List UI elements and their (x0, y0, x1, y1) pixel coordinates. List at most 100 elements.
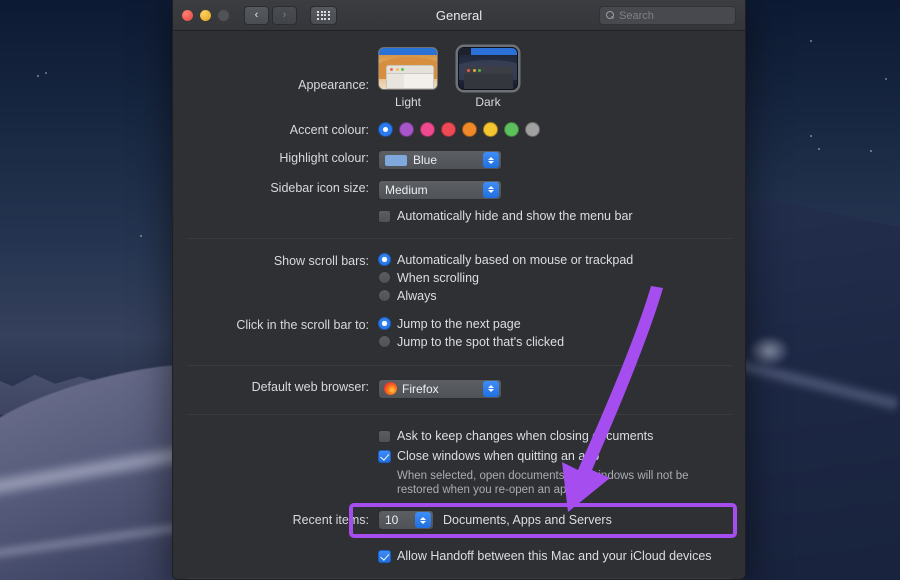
scroll-bars-option-label: Automatically based on mouse or trackpad (397, 252, 634, 267)
default-web-browser-select[interactable]: Firefox (378, 378, 502, 399)
preferences-content: Appearance: Light Dark Accent colour: Hi… (173, 31, 745, 579)
sidebar-icon-size-label: Sidebar icon size: (270, 180, 369, 195)
chevron-updown-icon[interactable] (415, 512, 431, 528)
accent-swatch-red[interactable] (441, 122, 456, 137)
auto-hide-menu-bar-label: Automatically hide and show the menu bar (397, 208, 633, 223)
click-scroll-option-next-page[interactable]: Jump to the next page (378, 317, 745, 331)
star (885, 78, 887, 80)
appearance-label-dark: Dark (475, 95, 501, 109)
click-scroll-option-label: Jump to the next page (397, 316, 521, 331)
sidebar-icon-size-row: Sidebar icon size: Medium (173, 179, 745, 200)
appearance-thumbnail-light[interactable] (378, 47, 438, 90)
appearance-option-dark[interactable]: Dark (458, 47, 518, 109)
accent-colour-row: Accent colour: (173, 122, 745, 138)
recent-items-stepper[interactable]: 10 (378, 510, 434, 530)
click-scroll-bar-label: Click in the scroll bar to: (236, 317, 369, 332)
show-all-icon (317, 10, 330, 20)
chevron-right-icon: › (282, 8, 287, 21)
show-scroll-bars-label: Show scroll bars: (273, 253, 369, 268)
chevron-updown-icon[interactable] (483, 181, 499, 198)
system-preferences-window: ‹ › General Search Appearance: Light Dar… (172, 0, 746, 580)
auto-hide-menu-bar-checkbox[interactable]: Automatically hide and show the menu bar (378, 209, 745, 224)
star (870, 150, 872, 152)
appearance-thumbnail-dark[interactable] (458, 47, 518, 90)
zoom-window-button[interactable] (218, 9, 229, 21)
star (37, 75, 39, 77)
search-input[interactable]: Search (599, 6, 736, 25)
navigation-buttons: ‹ › (244, 5, 297, 25)
show-scroll-bars-row: Show scroll bars: Automatically based on… (173, 253, 745, 307)
checkbox-box[interactable] (378, 209, 391, 223)
default-web-browser-row: Default web browser: Firefox (173, 378, 745, 401)
radio-button[interactable] (378, 289, 391, 302)
highlight-colour-value: Blue (413, 153, 438, 167)
accent-swatch-green[interactable] (504, 122, 519, 137)
sidebar-icon-size-select[interactable]: Medium (378, 179, 502, 200)
close-window-button[interactable] (182, 9, 193, 21)
chevron-left-icon: ‹ (254, 8, 259, 21)
scroll-bars-option-when-scrolling[interactable]: When scrolling (378, 271, 745, 285)
ask-keep-changes-checkbox[interactable]: Ask to keep changes when closing documen… (378, 429, 745, 444)
scroll-bars-option-always[interactable]: Always (378, 289, 745, 303)
forward-button[interactable]: › (272, 5, 297, 25)
accent-swatch-graphite[interactable] (525, 122, 540, 137)
star (818, 148, 820, 150)
accent-swatch-pink[interactable] (420, 122, 435, 137)
default-web-browser-value: Firefox (402, 381, 439, 396)
checkbox-box[interactable] (378, 430, 391, 443)
close-windows-checkbox[interactable]: Close windows when quitting an app (378, 449, 745, 464)
traffic-lights (182, 9, 229, 21)
click-scroll-option-label: Jump to the spot that's clicked (397, 334, 565, 349)
appearance-option-light[interactable]: Light (378, 47, 438, 109)
ask-keep-changes-label: Ask to keep changes when closing documen… (397, 429, 654, 443)
recent-items-row: Recent items: 10 Documents, Apps and Ser… (173, 510, 745, 530)
close-windows-note: When selected, open documents and window… (397, 470, 689, 496)
section-divider (187, 364, 731, 366)
highlight-colour-row: Highlight colour: Blue (173, 150, 745, 171)
minimize-window-button[interactable] (200, 9, 211, 21)
scroll-bars-option-automatic[interactable]: Automatically based on mouse or trackpad (378, 253, 745, 267)
recent-items-label: Recent items: (292, 513, 369, 527)
star (810, 135, 812, 137)
accent-swatch-yellow[interactable] (483, 122, 498, 137)
star (810, 40, 812, 42)
accent-swatch-purple[interactable] (399, 122, 414, 137)
close-windows-label: Close windows when quitting an app (397, 449, 600, 463)
accent-colour-label: Accent colour: (289, 123, 369, 137)
default-web-browser-label: Default web browser: (251, 379, 369, 394)
scroll-bars-option-label: When scrolling (397, 270, 479, 285)
star (140, 235, 142, 237)
chevron-updown-icon[interactable] (483, 152, 499, 168)
accent-swatch-orange[interactable] (462, 122, 477, 137)
section-divider (187, 414, 731, 415)
window-titlebar: ‹ › General Search (173, 0, 745, 31)
show-all-button[interactable] (310, 5, 337, 25)
radio-button[interactable] (378, 253, 391, 266)
recent-items-value: 10 (385, 513, 399, 527)
checkbox-box[interactable] (378, 450, 391, 463)
radio-button[interactable] (378, 271, 391, 284)
checkbox-box[interactable] (378, 550, 391, 563)
section-divider (187, 578, 731, 579)
search-placeholder: Search (619, 9, 654, 22)
appearance-label: Appearance: (298, 78, 369, 92)
recent-items-suffix: Documents, Apps and Servers (443, 513, 612, 527)
click-scroll-option-spot-clicked[interactable]: Jump to the spot that's clicked (378, 335, 745, 349)
accent-swatch-blue[interactable] (378, 122, 393, 137)
back-button[interactable]: ‹ (244, 5, 269, 25)
handoff-row: Allow Handoff between this Mac and your … (173, 549, 745, 564)
moon-glow (748, 335, 790, 367)
highlight-colour-select[interactable]: Blue (378, 150, 502, 170)
search-icon (606, 11, 615, 20)
firefox-icon (384, 382, 397, 395)
highlight-colour-chip (385, 154, 407, 166)
scroll-bars-option-label: Always (397, 288, 437, 303)
highlight-colour-label: Highlight colour: (279, 151, 369, 165)
appearance-options: Light Dark (378, 47, 745, 109)
documents-options-row: Ask to keep changes when closing documen… (173, 429, 745, 497)
radio-button[interactable] (378, 317, 391, 330)
chevron-updown-icon[interactable] (483, 380, 499, 397)
radio-button[interactable] (378, 335, 391, 348)
accent-colour-swatches (378, 122, 745, 137)
allow-handoff-checkbox[interactable]: Allow Handoff between this Mac and your … (378, 549, 745, 564)
